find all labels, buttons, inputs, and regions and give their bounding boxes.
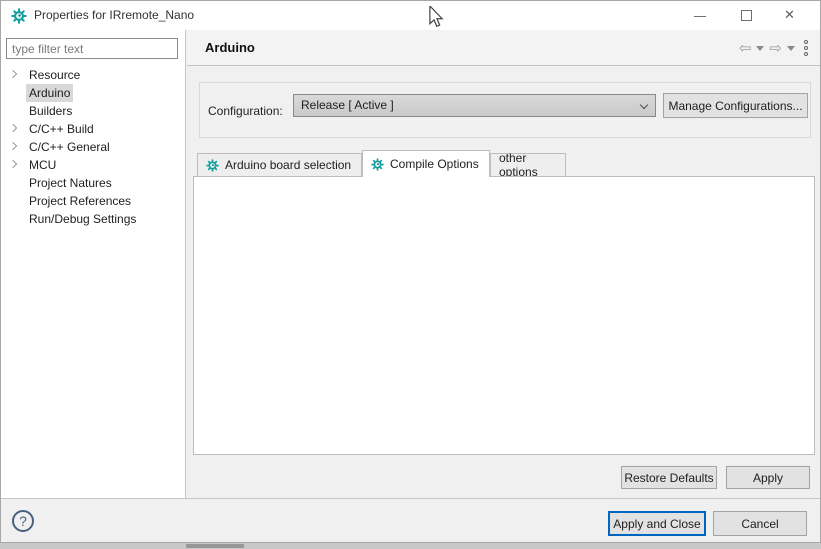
properties-tree: Resource Arduino Builders C/C++ Build C/…: [1, 66, 185, 228]
sidebar-item-run-debug-settings[interactable]: Run/Debug Settings: [1, 210, 185, 228]
forward-menu-chevron-icon[interactable]: [787, 46, 795, 51]
manage-configurations-button[interactable]: Manage Configurations...: [663, 93, 808, 118]
title-bar[interactable]: Properties for IRremote_Nano ✕: [1, 1, 820, 30]
forward-arrow-icon[interactable]: ⇨: [769, 41, 782, 56]
background-window-strip: [0, 543, 821, 549]
close-button[interactable]: ✕: [775, 1, 809, 30]
apply-button[interactable]: Apply: [726, 466, 810, 489]
sidebar-item-resource[interactable]: Resource: [1, 66, 185, 84]
chevron-right-icon[interactable]: [9, 124, 17, 132]
sidebar-item-mcu[interactable]: MCU: [1, 156, 185, 174]
gear-icon: [371, 158, 384, 171]
minimize-button[interactable]: [683, 1, 717, 30]
cancel-button[interactable]: Cancel: [713, 511, 807, 536]
sidebar-item-arduino[interactable]: Arduino: [1, 84, 185, 102]
compile-options-panel: [193, 176, 815, 455]
restore-defaults-button[interactable]: Restore Defaults: [621, 466, 717, 489]
sidebar-item-builders[interactable]: Builders: [1, 102, 185, 120]
chevron-right-icon[interactable]: [9, 142, 17, 150]
chevron-right-icon[interactable]: [9, 160, 17, 168]
sidebar-item-project-references[interactable]: Project References: [1, 192, 185, 210]
chevron-right-icon[interactable]: [9, 70, 17, 78]
configuration-group: Configuration: Release [ Active ] Manage…: [199, 82, 811, 138]
screen: Properties for IRremote_Nano ✕ Resource …: [0, 0, 821, 549]
sidebar-item-cpp-general[interactable]: C/C++ General: [1, 138, 185, 156]
sidebar-item-project-natures[interactable]: Project Natures: [1, 174, 185, 192]
properties-dialog: Properties for IRremote_Nano ✕ Resource …: [0, 0, 821, 543]
sidebar-item-cpp-build[interactable]: C/C++ Build: [1, 120, 185, 138]
view-menu-icon[interactable]: [804, 40, 808, 56]
gear-icon: [206, 159, 219, 172]
sloeber-gear-icon: [11, 8, 27, 24]
back-menu-chevron-icon[interactable]: [756, 46, 764, 51]
window-title: Properties for IRremote_Nano: [34, 1, 194, 30]
apply-and-close-button[interactable]: Apply and Close: [608, 511, 706, 536]
configuration-label: Configuration:: [208, 83, 283, 139]
maximize-button[interactable]: [729, 1, 763, 30]
page-title: Arduino: [205, 30, 255, 66]
chevron-down-icon: [640, 101, 648, 109]
back-arrow-icon[interactable]: ⇦: [739, 41, 752, 56]
help-icon[interactable]: ?: [12, 510, 34, 532]
page-header: Arduino ⇦ ⇨: [187, 30, 820, 66]
mouse-cursor: [427, 6, 445, 28]
tab-other-options[interactable]: other options: [490, 153, 566, 176]
background-artifact: [186, 544, 244, 548]
configuration-combo[interactable]: Release [ Active ]: [293, 94, 656, 117]
tab-compile-options[interactable]: Compile Options: [362, 150, 490, 177]
dialog-button-bar: ? Apply and Close Cancel: [1, 498, 820, 542]
history-nav: ⇦ ⇨: [739, 30, 808, 66]
sidebar: Resource Arduino Builders C/C++ Build C/…: [1, 30, 186, 498]
filter-input[interactable]: [6, 38, 178, 59]
tab-arduino-board-selection[interactable]: Arduino board selection: [197, 153, 362, 176]
